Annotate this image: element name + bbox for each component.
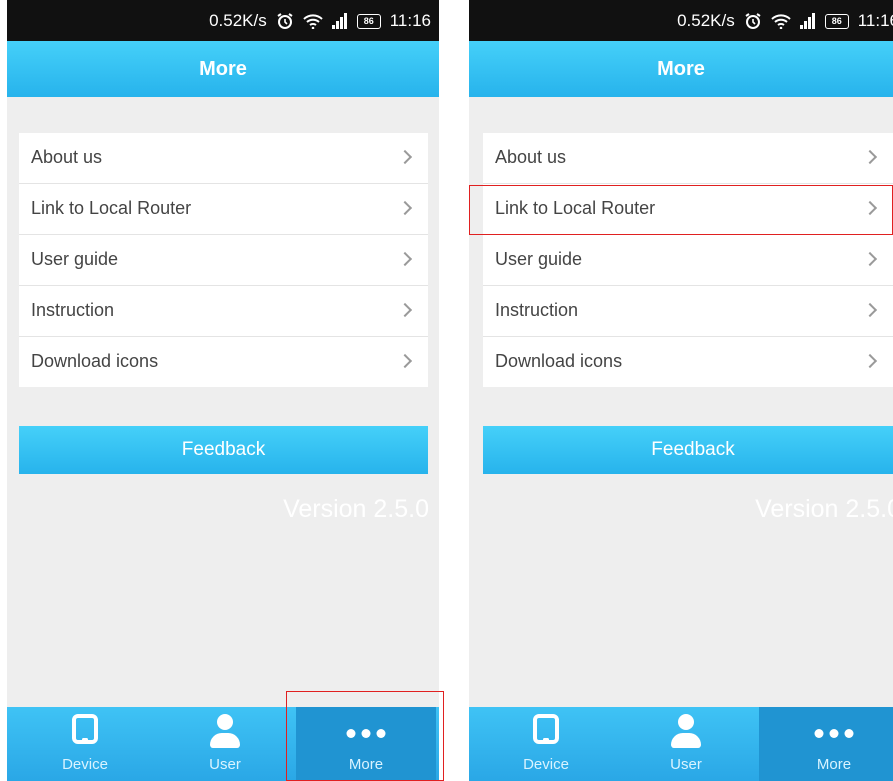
chevron-right-icon (397, 200, 413, 216)
menu-item-link-to-local-router[interactable]: Link to Local Router (19, 184, 428, 235)
menu-item-label: Instruction (495, 300, 579, 320)
status-bar: 0.52K/s 86 11:16 (7, 0, 439, 41)
menu-item-link-to-local-router[interactable]: Link to Local Router (483, 184, 893, 235)
alarm-icon (744, 12, 762, 30)
menu-item-instruction[interactable]: Instruction (19, 286, 428, 337)
chevron-right-icon (397, 353, 413, 369)
tab-more[interactable]: More (759, 707, 893, 781)
tab-label: Device (62, 756, 108, 773)
feedback-button[interactable]: Feedback (19, 426, 428, 474)
clock: 11:16 (389, 11, 431, 30)
tab-label: More (816, 756, 852, 773)
menu-item-label: Download icons (31, 351, 159, 371)
signal-icon (799, 13, 816, 29)
more-dots-icon (346, 729, 386, 738)
menu-item-label: User guide (495, 249, 583, 269)
chevron-right-icon (397, 302, 413, 318)
menu-item-label: Link to Local Router (495, 198, 656, 218)
menu-item-label: Instruction (31, 300, 115, 320)
feedback-button[interactable]: Feedback (483, 426, 893, 474)
battery-icon: 86 (356, 13, 381, 29)
tab-label: Device (523, 756, 569, 773)
chevron-right-icon (862, 302, 878, 318)
tab-device[interactable]: Device (15, 707, 155, 781)
phone-screen-right: 0.52K/s 86 11:16 More About us Link to L… (469, 0, 893, 781)
user-icon (207, 714, 243, 750)
menu-item-about-us[interactable]: About us (483, 133, 893, 184)
version-label: Version 2.5.0 (755, 495, 893, 523)
title-bar: More (469, 41, 893, 97)
menu-list: About us Link to Local Router User guide… (483, 133, 893, 387)
device-icon (72, 714, 98, 744)
menu-item-label: About us (31, 147, 103, 167)
tab-more[interactable]: More (296, 707, 436, 781)
chevron-right-icon (862, 200, 878, 216)
menu-item-label: About us (495, 147, 567, 167)
battery-icon: 86 (824, 13, 849, 29)
more-dots-icon (814, 729, 854, 738)
page-title: More (657, 58, 705, 80)
chevron-right-icon (862, 353, 878, 369)
status-bar: 0.52K/s 86 11:16 (469, 0, 893, 41)
tab-bar: Device User More (469, 707, 893, 781)
menu-item-download-icons[interactable]: Download icons (483, 337, 893, 387)
network-speed: 0.52K/s (209, 11, 267, 30)
page-title: More (199, 58, 247, 80)
version-label: Version 2.5.0 (283, 495, 429, 523)
signal-icon (331, 13, 348, 29)
tab-device[interactable]: Device (476, 707, 616, 781)
chevron-right-icon (862, 251, 878, 267)
menu-item-user-guide[interactable]: User guide (19, 235, 428, 286)
chevron-right-icon (862, 149, 878, 165)
wifi-icon (303, 13, 323, 29)
tab-label: User (670, 756, 702, 773)
menu-item-about-us[interactable]: About us (19, 133, 428, 184)
menu-item-instruction[interactable]: Instruction (483, 286, 893, 337)
menu-item-user-guide[interactable]: User guide (483, 235, 893, 286)
menu-item-label: Link to Local Router (31, 198, 192, 218)
menu-item-label: Download icons (495, 351, 623, 371)
chevron-right-icon (397, 149, 413, 165)
tab-user[interactable]: User (616, 707, 756, 781)
network-speed: 0.52K/s (677, 11, 735, 30)
menu-list: About us Link to Local Router User guide… (19, 133, 428, 387)
alarm-icon (276, 12, 294, 30)
tab-label: User (209, 756, 241, 773)
menu-item-download-icons[interactable]: Download icons (19, 337, 428, 387)
menu-item-label: User guide (31, 249, 119, 269)
user-icon (668, 714, 704, 750)
tab-bar: Device User More (7, 707, 439, 781)
wifi-icon (771, 13, 791, 29)
chevron-right-icon (397, 251, 413, 267)
tab-user[interactable]: User (155, 707, 295, 781)
device-icon (533, 714, 559, 744)
phone-screen-left: 0.52K/s 86 11:16 More About us Link to L… (7, 0, 439, 781)
clock: 11:16 (857, 11, 893, 30)
title-bar: More (7, 41, 439, 97)
tab-label: More (348, 756, 384, 773)
